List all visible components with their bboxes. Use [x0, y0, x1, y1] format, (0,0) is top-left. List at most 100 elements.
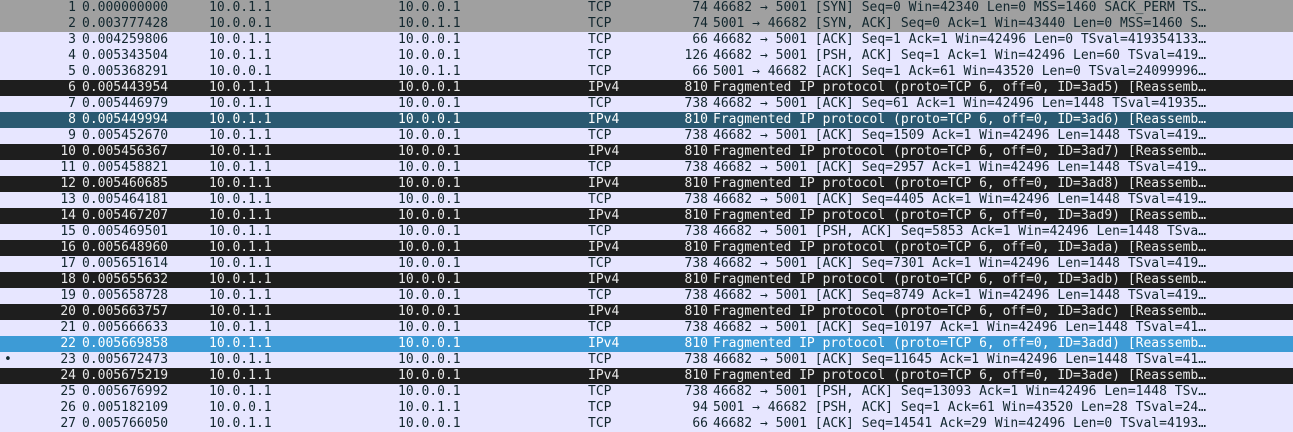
packet-number: 9: [68, 128, 76, 143]
packet-time: 0.005443954: [82, 80, 169, 95]
packet-row[interactable]: 27 0.005766050 10.0.1.1 10.0.0.1 TCP 66 46682 …: [0, 416, 1293, 432]
packet-protocol: TCP: [588, 16, 612, 31]
packet-length: 66: [692, 416, 708, 431]
packet-row[interactable]: 4 0.005343504 10.0.1.1 10.0.0.1 TCP 126 46682 …: [0, 48, 1293, 64]
packet-protocol: IPv4: [588, 112, 620, 127]
packet-time: 0.005458821: [82, 160, 169, 175]
packet-number: 22: [60, 336, 76, 351]
packet-info: 46682 → 5001 [ACK] Seq=8749 Ack=1 Win=42…: [713, 288, 1207, 303]
packet-time: 0.005676992: [82, 384, 169, 399]
packet-row[interactable]: 15 0.005469501 10.0.1.1 10.0.0.1 TCP 738 46682…: [0, 224, 1293, 240]
packet-number: 21: [60, 320, 76, 335]
packet-time: 0.003777428: [82, 16, 169, 31]
packet-row[interactable]: 9 0.005452670 10.0.1.1 10.0.0.1 TCP 738 46682 …: [0, 128, 1293, 144]
packet-protocol: TCP: [588, 160, 612, 175]
packet-info: 46682 → 5001 [ACK] Seq=10197 Ack=1 Win=4…: [713, 320, 1207, 335]
packet-info: 5001 → 46682 [ACK] Seq=1 Ack=61 Win=4352…: [713, 64, 1207, 79]
packet-protocol: TCP: [588, 64, 612, 79]
packet-protocol: TCP: [588, 0, 612, 15]
packet-info: Fragmented IP protocol (proto=TCP 6, off…: [713, 336, 1207, 351]
packet-source: 10.0.1.1: [209, 272, 272, 287]
packet-length: 738: [684, 320, 708, 335]
packet-length: 738: [684, 160, 708, 175]
packet-time: 0.005469501: [82, 224, 169, 239]
packet-length: 810: [684, 304, 708, 319]
packet-row[interactable]: 16 0.005648960 10.0.1.1 10.0.0.1 IPv4 810 Frag…: [0, 240, 1293, 256]
packet-length: 66: [692, 32, 708, 47]
packet-row[interactable]: 18 0.005655632 10.0.1.1 10.0.0.1 IPv4 810 Frag…: [0, 272, 1293, 288]
packet-row[interactable]: 22 0.005669858 10.0.1.1 10.0.0.1 IPv4 810 Frag…: [0, 336, 1293, 352]
packet-destination: 10.0.0.1: [398, 336, 461, 351]
packet-row[interactable]: 7 0.005446979 10.0.1.1 10.0.0.1 TCP 738 46682 …: [0, 96, 1293, 112]
packet-protocol: IPv4: [588, 208, 620, 223]
packet-length: 810: [684, 80, 708, 95]
packet-length: 74: [692, 16, 708, 31]
packet-protocol: IPv4: [588, 368, 620, 383]
packet-time: 0.005456367: [82, 144, 169, 159]
packet-protocol: TCP: [588, 128, 612, 143]
packet-destination: 10.0.1.1: [398, 16, 461, 31]
packet-destination: 10.0.0.1: [398, 256, 461, 271]
packet-length: 738: [684, 96, 708, 111]
packet-source: 10.0.1.1: [209, 208, 272, 223]
packet-destination: 10.0.0.1: [398, 224, 461, 239]
packet-source: 10.0.1.1: [209, 80, 272, 95]
packet-number: 26: [60, 400, 76, 415]
packet-time: 0.005655632: [82, 272, 169, 287]
packet-info: Fragmented IP protocol (proto=TCP 6, off…: [713, 304, 1207, 319]
packet-row[interactable]: 5 0.005368291 10.0.0.1 10.0.1.1 TCP 66 5001 → …: [0, 64, 1293, 80]
packet-info: 46682 → 5001 [ACK] Seq=14541 Ack=29 Win=…: [713, 416, 1207, 431]
packet-length: 810: [684, 176, 708, 191]
packet-info: Fragmented IP protocol (proto=TCP 6, off…: [713, 208, 1207, 223]
packet-info: 46682 → 5001 [ACK] Seq=1 Ack=1 Win=42496…: [713, 32, 1207, 47]
packet-info: Fragmented IP protocol (proto=TCP 6, off…: [713, 368, 1207, 383]
packet-source: 10.0.1.1: [209, 368, 272, 383]
packet-number: 19: [60, 288, 76, 303]
packet-row[interactable]: 6 0.005443954 10.0.1.1 10.0.0.1 IPv4 810 Fragm…: [0, 80, 1293, 96]
packet-row[interactable]: 26 0.005182109 10.0.0.1 10.0.1.1 TCP 94 5001 →…: [0, 400, 1293, 416]
packet-row[interactable]: 21 0.005666633 10.0.1.1 10.0.0.1 TCP 738 46682…: [0, 320, 1293, 336]
packet-source: 10.0.1.1: [209, 224, 272, 239]
packet-number: 23: [60, 352, 76, 367]
packet-row[interactable]: 13 0.005464181 10.0.1.1 10.0.0.1 TCP 738 46682…: [0, 192, 1293, 208]
packet-row[interactable]: • 23 0.005672473 10.0.1.1 10.0.0.1 TCP 738 4668…: [0, 352, 1293, 368]
packet-row[interactable]: 17 0.005651614 10.0.1.1 10.0.0.1 TCP 738 46682…: [0, 256, 1293, 272]
packet-row[interactable]: 10 0.005456367 10.0.1.1 10.0.0.1 IPv4 810 Frag…: [0, 144, 1293, 160]
packet-length: 738: [684, 224, 708, 239]
packet-length: 810: [684, 112, 708, 127]
packet-row[interactable]: 2 0.003777428 10.0.0.1 10.0.1.1 TCP 74 5001 → …: [0, 16, 1293, 32]
packet-destination: 10.0.0.1: [398, 112, 461, 127]
packet-row[interactable]: 3 0.004259806 10.0.1.1 10.0.0.1 TCP 66 46682 →…: [0, 32, 1293, 48]
packet-time: 0.004259806: [82, 32, 169, 47]
packet-protocol: TCP: [588, 48, 612, 63]
packet-info: Fragmented IP protocol (proto=TCP 6, off…: [713, 112, 1207, 127]
packet-protocol: TCP: [588, 224, 612, 239]
packet-number: 24: [60, 368, 76, 383]
packet-row[interactable]: 25 0.005676992 10.0.1.1 10.0.0.1 TCP 738 46682…: [0, 384, 1293, 400]
packet-row[interactable]: 20 0.005663757 10.0.1.1 10.0.0.1 IPv4 810 Frag…: [0, 304, 1293, 320]
packet-time: 0.005467207: [82, 208, 169, 223]
packet-time: 0.005669858: [82, 336, 169, 351]
packet-destination: 10.0.0.1: [398, 368, 461, 383]
packet-row[interactable]: 19 0.005658728 10.0.1.1 10.0.0.1 TCP 738 46682…: [0, 288, 1293, 304]
packet-number: 12: [60, 176, 76, 191]
packet-info: 46682 → 5001 [ACK] Seq=2957 Ack=1 Win=42…: [713, 160, 1207, 175]
packet-row[interactable]: 8 0.005449994 10.0.1.1 10.0.0.1 IPv4 810 Fragm…: [0, 112, 1293, 128]
packet-list: 1 0.000000000 10.0.1.1 10.0.0.1 TCP 74 46682 →…: [0, 0, 1293, 432]
packet-row[interactable]: 1 0.000000000 10.0.1.1 10.0.0.1 TCP 74 46682 →…: [0, 0, 1293, 16]
packet-time: 0.005651614: [82, 256, 169, 271]
packet-row[interactable]: 12 0.005460685 10.0.1.1 10.0.0.1 IPv4 810 Frag…: [0, 176, 1293, 192]
packet-info: 46682 → 5001 [SYN] Seq=0 Win=42340 Len=0…: [713, 0, 1207, 15]
packet-row[interactable]: 11 0.005458821 10.0.1.1 10.0.0.1 TCP 738 46682…: [0, 160, 1293, 176]
packet-number: 10: [60, 144, 76, 159]
packet-info: 46682 → 5001 [PSH, ACK] Seq=1 Ack=1 Win=…: [713, 48, 1207, 63]
packet-source: 10.0.1.1: [209, 96, 272, 111]
packet-destination: 10.0.0.1: [398, 160, 461, 175]
packet-row[interactable]: 24 0.005675219 10.0.1.1 10.0.0.1 IPv4 810 Frag…: [0, 368, 1293, 384]
packet-row[interactable]: 14 0.005467207 10.0.1.1 10.0.0.1 IPv4 810 Frag…: [0, 208, 1293, 224]
packet-time: 0.005464181: [82, 192, 169, 207]
packet-info: Fragmented IP protocol (proto=TCP 6, off…: [713, 272, 1207, 287]
packet-protocol: IPv4: [588, 336, 620, 351]
packet-source: 10.0.1.1: [209, 192, 272, 207]
packet-info: Fragmented IP protocol (proto=TCP 6, off…: [713, 80, 1207, 95]
